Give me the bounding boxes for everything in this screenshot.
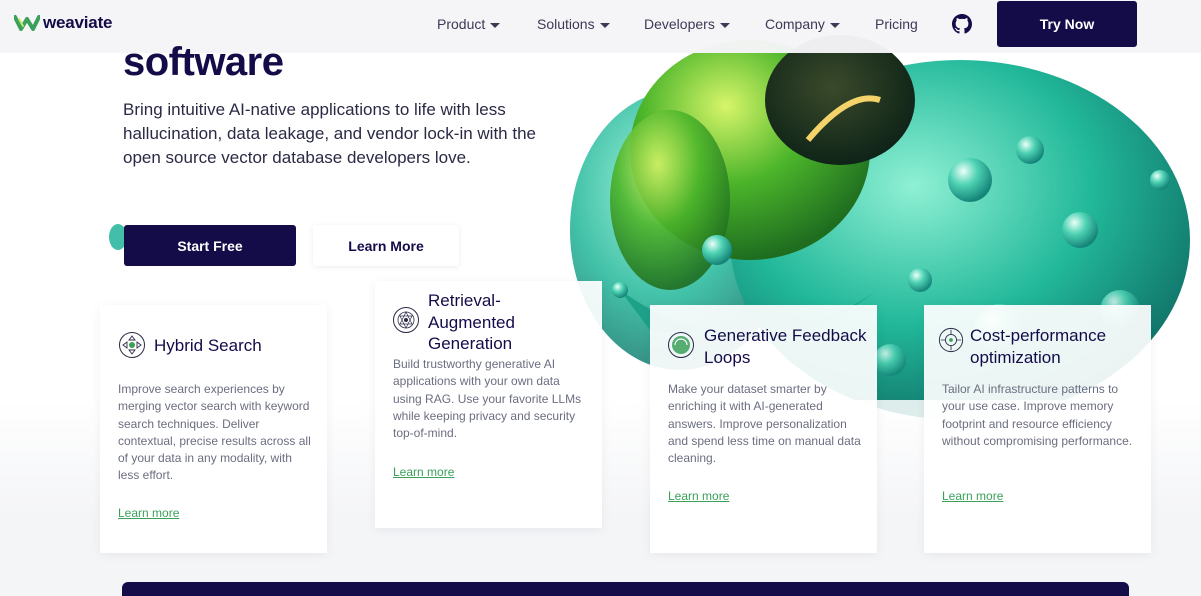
feature-description: Improve search experiences by merging ve…	[118, 382, 311, 483]
feature-learn-more-link[interactable]: Learn more	[942, 489, 1003, 503]
feature-card-cost-performance: Cost-performance optimization Tailor AI …	[924, 305, 1151, 553]
chevron-down-icon	[599, 22, 610, 28]
chevron-down-icon	[829, 22, 840, 28]
nav-product[interactable]: Product	[437, 16, 501, 32]
feature-title: Cost-performance optimization	[970, 326, 1107, 367]
feature-description: Build trustworthy generative AI applicat…	[393, 357, 582, 441]
nav-solutions-label: Solutions	[537, 16, 595, 32]
github-icon[interactable]	[952, 14, 972, 34]
rag-icon	[393, 307, 419, 333]
feature-title: Retrieval-Augmented Generation	[428, 291, 515, 353]
hero-subtitle: Bring intuitive AI-native applications t…	[123, 100, 536, 167]
feature-learn-more-link[interactable]: Learn more	[118, 506, 179, 520]
feature-card-hybrid-search: Hybrid Search Improve search experiences…	[100, 305, 327, 553]
hero-heading: software	[123, 40, 284, 84]
nav-company[interactable]: Company	[765, 16, 840, 32]
nav-solutions[interactable]: Solutions	[537, 16, 610, 32]
cost-performance-icon	[938, 327, 964, 353]
feature-card-rag: Retrieval-Augmented Generation Build tru…	[375, 281, 602, 528]
feedback-loops-icon	[668, 332, 694, 358]
chevron-down-icon	[719, 22, 730, 28]
chevron-down-icon	[490, 22, 501, 28]
nav-developers-label: Developers	[644, 16, 715, 32]
feature-title: Hybrid Search	[154, 336, 262, 355]
next-section-banner	[122, 582, 1129, 596]
start-free-button[interactable]: Start Free	[124, 225, 296, 266]
nav-developers[interactable]: Developers	[644, 16, 730, 32]
weaviate-logo-icon	[14, 15, 40, 31]
nav-company-label: Company	[765, 16, 825, 32]
brand-name: weaviate	[43, 13, 113, 32]
hybrid-search-icon	[119, 332, 145, 358]
feature-description: Make your dataset smarter by enriching i…	[668, 382, 861, 466]
feature-card-feedback-loops: Generative Feedback Loops Make your data…	[650, 305, 877, 553]
weaviate-logo[interactable]: weaviate	[14, 13, 112, 33]
feature-title: Generative Feedback Loops	[704, 326, 867, 367]
nav-product-label: Product	[437, 16, 486, 32]
feature-description: Tailor AI infrastructure patterns to you…	[942, 382, 1133, 448]
feature-learn-more-link[interactable]: Learn more	[393, 465, 454, 479]
nav-pricing[interactable]: Pricing	[875, 16, 918, 32]
feature-learn-more-link[interactable]: Learn more	[668, 489, 729, 503]
try-now-button[interactable]: Try Now	[997, 1, 1137, 47]
nav-pricing-label: Pricing	[875, 16, 918, 32]
learn-more-button[interactable]: Learn More	[313, 225, 459, 266]
